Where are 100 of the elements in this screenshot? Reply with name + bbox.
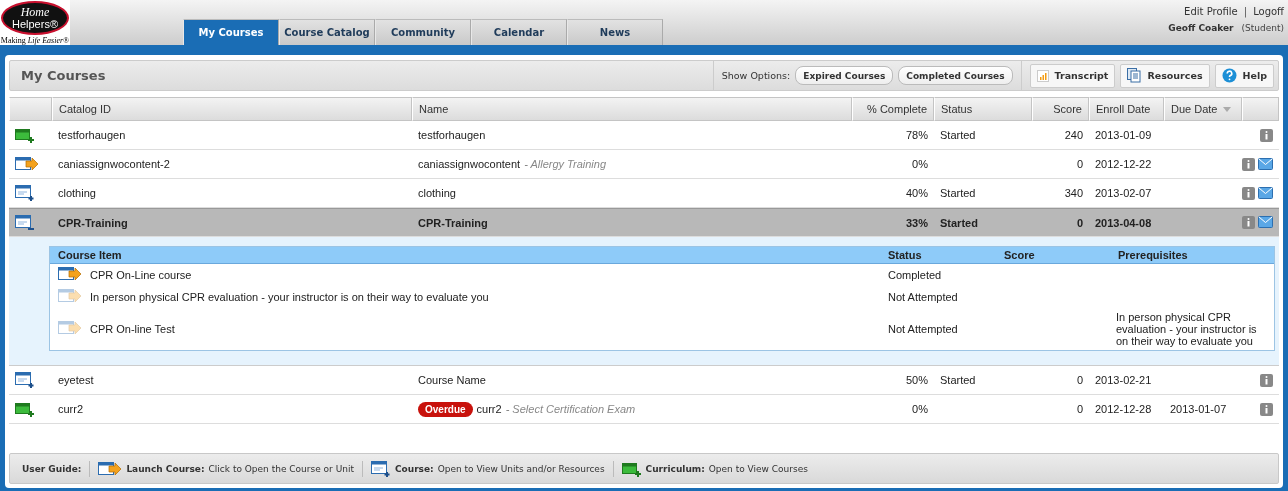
window-minus-icon[interactable] [15, 214, 35, 231]
bar-chart-icon [1036, 69, 1049, 82]
table-cell: 2013-02-07 [1095, 187, 1152, 199]
documents-icon [1127, 68, 1142, 83]
table-cell: caniassignwocontent-2 [58, 158, 170, 170]
info-icon[interactable] [1242, 186, 1255, 200]
toolbar-button[interactable]: Resources [1120, 63, 1210, 88]
page-title: My Courses [20, 68, 106, 83]
table-cell: 2012-12-22 [1095, 158, 1152, 170]
help-icon [1221, 68, 1237, 83]
table-cell: Started [940, 216, 978, 229]
table-cell: Started [940, 374, 976, 386]
table-cell: curr2 [58, 403, 84, 415]
nav-tab[interactable]: Course Catalog [279, 19, 375, 45]
table-cell: 2013-01-09 [1095, 129, 1152, 141]
logo-tagline: Making Life Easier® [0, 36, 70, 45]
table-cell: clothing [58, 187, 96, 199]
mail-icon[interactable] [1258, 216, 1273, 228]
legend-label: Curriculum: [645, 463, 705, 474]
nav-tab[interactable]: News [567, 19, 663, 45]
table-cell: 78% [905, 129, 928, 141]
table-cell: Completed [888, 269, 942, 281]
launch-arrow-icon [15, 157, 39, 171]
table-cell: 2012-12-28 [1095, 403, 1152, 415]
column-header: Status [887, 249, 923, 261]
column-header[interactable]: Name [412, 97, 852, 121]
curriculum-box-icon [15, 401, 35, 417]
legend-label: Launch Course: [126, 463, 205, 474]
table-cell: 340 [1064, 187, 1083, 199]
nav-tab[interactable]: Community [375, 19, 471, 45]
user-guide-label: User Guide: [22, 463, 82, 474]
column-header: Prerequisites [1117, 249, 1189, 261]
column-header[interactable]: Status [934, 97, 1032, 121]
launch-arrow-icon [58, 289, 82, 303]
table-cell-text: In person physical CPR evaluation - your instructor is on their way to evaluate you [1115, 311, 1258, 347]
window-plus-icon[interactable] [371, 460, 391, 477]
toolbar-button[interactable]: Transcript [1029, 63, 1116, 88]
toolbar-button[interactable]: Help [1214, 63, 1274, 88]
course-name-link[interactable]: Course Name [418, 374, 486, 386]
table-row[interactable]: CPR-Training CPR-Training 33% Started 0 2013-04-08 [9, 208, 1279, 237]
table-cell: 240 [1064, 129, 1083, 141]
table-cell: 0 [1076, 374, 1083, 386]
info-icon[interactable] [1260, 373, 1273, 387]
course-subtitle: - Allergy Training [524, 158, 607, 170]
info-icon[interactable] [1260, 128, 1273, 142]
launch-arrow-icon [58, 321, 82, 335]
column-header[interactable]: Catalog ID [52, 97, 412, 121]
table-cell: 50% [905, 374, 928, 386]
nav-tab[interactable]: My Courses [183, 19, 279, 45]
table-cell: 0% [912, 158, 928, 170]
legend-text: Click to Open the Course or Unit [208, 463, 354, 474]
column-header: Course Item [57, 249, 123, 261]
course-name-link[interactable]: caniassignwocontent [418, 158, 521, 170]
info-icon[interactable] [1260, 402, 1273, 416]
window-plus-icon[interactable] [15, 185, 35, 201]
course-item-link[interactable]: CPR On-Line course [90, 269, 192, 281]
table-cell: 2013-04-08 [1095, 216, 1152, 229]
table-cell: 40% [905, 187, 928, 199]
column-header: Score [1003, 249, 1036, 261]
nav-tab[interactable]: Calendar [471, 19, 567, 45]
show-options-label: Show Options: [721, 70, 791, 81]
window-plus-icon[interactable] [15, 372, 35, 388]
table-cell: eyetest [58, 374, 94, 386]
table-cell: Not Attempted [888, 323, 958, 335]
course-name-link[interactable]: testforhaugen [418, 129, 486, 141]
logo-text: Helpers® [12, 18, 58, 30]
course-name-link[interactable]: curr2 [476, 403, 502, 415]
header-link[interactable]: Edit Profile [1184, 6, 1238, 17]
mail-icon[interactable] [1258, 186, 1273, 199]
launch-arrow-icon [58, 267, 82, 281]
table-cell: Started [940, 129, 976, 141]
info-icon[interactable] [1242, 216, 1255, 229]
column-header[interactable]: Enroll Date [1089, 97, 1164, 121]
table-cell: 33% [905, 216, 928, 229]
user-name: Geoff Coaker [1168, 23, 1234, 33]
table-cell: Not Attempted [888, 291, 958, 303]
column-header[interactable]: Score [1032, 97, 1089, 121]
table-cell: 2013-01-07 [1170, 403, 1227, 415]
table-cell: 0 [1076, 158, 1083, 170]
legend-text: Open to View Courses [708, 463, 808, 474]
course-name-link[interactable]: clothing [418, 187, 456, 199]
table-cell: 0 [1076, 403, 1083, 415]
filter-button[interactable]: Expired Courses [795, 66, 894, 85]
curriculum-box-icon [621, 460, 642, 477]
table-cell: 0% [912, 403, 928, 415]
course-name-link[interactable]: CPR-Training [418, 216, 488, 229]
separator: | [1243, 6, 1248, 17]
info-icon[interactable] [1242, 157, 1255, 171]
filter-button[interactable]: Completed Courses [898, 66, 1013, 85]
column-header[interactable]: Due Date [1164, 97, 1242, 121]
logo-text: Home [20, 6, 50, 18]
launch-arrow-icon [98, 461, 123, 476]
mail-icon[interactable] [1258, 157, 1273, 170]
table-cell: 0 [1076, 216, 1083, 229]
table-cell: Started [940, 187, 976, 199]
column-header[interactable]: % Complete [852, 97, 934, 121]
table-cell: CPR-Training [58, 216, 128, 229]
user-role: (Student) [1241, 23, 1284, 33]
header-link[interactable]: Logoff [1253, 6, 1284, 17]
overdue-badge: Overdue [418, 401, 473, 417]
